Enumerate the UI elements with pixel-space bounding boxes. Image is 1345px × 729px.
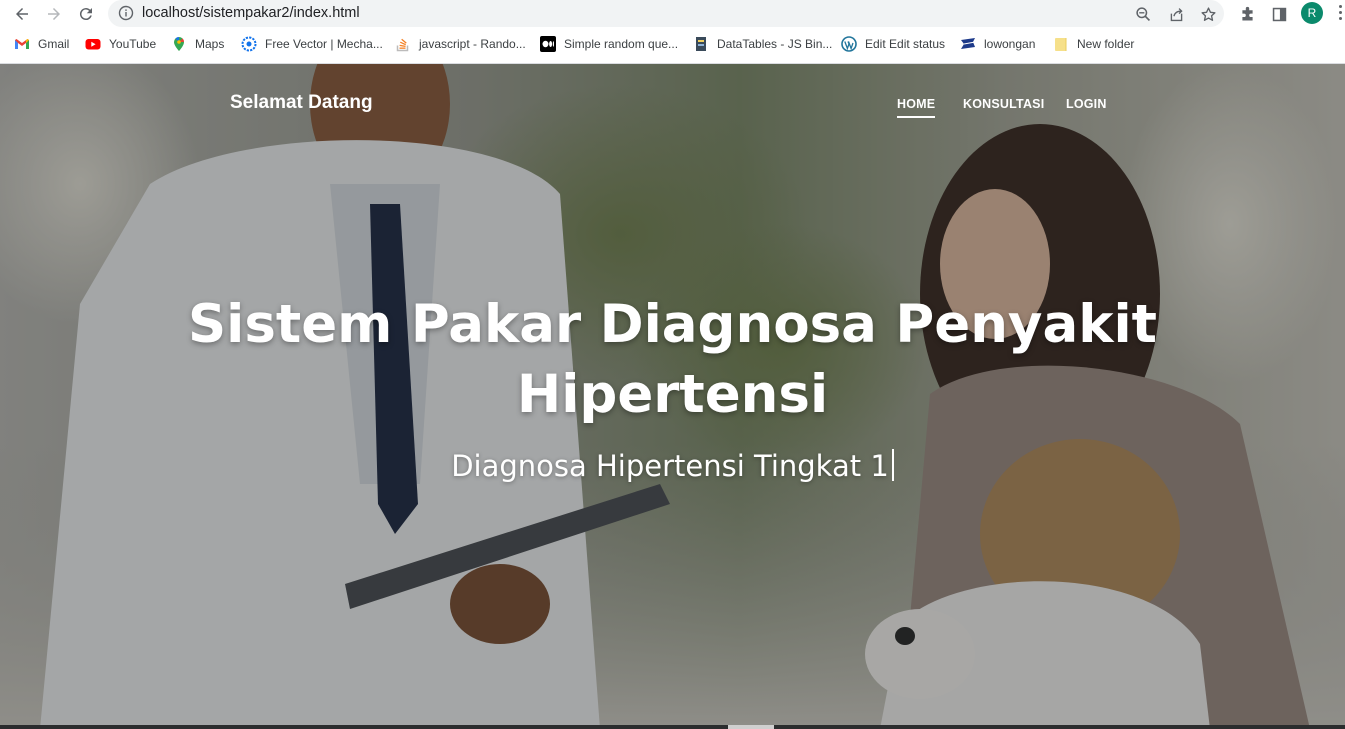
typing-caret xyxy=(891,449,894,481)
kebab-menu-icon xyxy=(1336,5,1345,20)
bookmark-maps[interactable]: Maps xyxy=(171,33,224,55)
nav-home[interactable]: HOME xyxy=(897,97,936,118)
hero-title: Sistem Pakar Diagnosa Penyakit Hipertens… xyxy=(0,290,1345,430)
profile-avatar[interactable]: R xyxy=(1301,2,1323,24)
browser-toolbar: localhost/sistempakar2/index.html R xyxy=(0,0,1345,28)
bookmark-label: DataTables - JS Bin... xyxy=(717,37,833,51)
folder-icon xyxy=(1053,36,1069,52)
bookmark-label: Edit Edit status xyxy=(865,37,946,51)
bookmark-wordpress[interactable]: Edit Edit status xyxy=(841,33,945,55)
info-icon[interactable] xyxy=(118,5,134,21)
url-text[interactable]: localhost/sistempakar2/index.html xyxy=(142,5,360,21)
hero-subtitle: Diagnosa Hipertensi Tingkat 1 xyxy=(451,449,889,483)
brand-link[interactable]: Selamat Datang xyxy=(230,92,373,114)
bookmark-freepik[interactable]: Free Vector | Mecha... xyxy=(241,33,383,55)
flag-icon xyxy=(960,36,976,52)
share-button[interactable] xyxy=(1166,4,1186,24)
bookmark-youtube[interactable]: YouTube xyxy=(85,33,156,55)
hero-subtitle-typed: Diagnosa Hipertensi Tingkat 1 xyxy=(0,449,1345,483)
bookmarks-bar: Gmail YouTube Maps Free Vector | Mecha..… xyxy=(0,33,1345,57)
bookmark-label: lowongan xyxy=(984,37,1036,51)
bookmark-label: Maps xyxy=(195,37,225,51)
bookmark-stackoverflow[interactable]: javascript - Rando... xyxy=(395,33,526,55)
browser-chrome: localhost/sistempakar2/index.html R Gmai… xyxy=(0,0,1345,64)
star-icon xyxy=(1200,6,1216,21)
freepik-icon xyxy=(241,36,257,52)
share-icon xyxy=(1170,7,1183,21)
side-panel-button[interactable] xyxy=(1269,4,1289,24)
nav-login[interactable]: LOGIN xyxy=(1066,97,1107,111)
nav-konsultasi[interactable]: KONSULTASI xyxy=(963,97,1044,111)
bookmark-star-button[interactable] xyxy=(1198,4,1218,24)
reload-button[interactable] xyxy=(74,2,98,26)
bookmark-label: javascript - Rando... xyxy=(419,37,526,51)
hero-section: Selamat Datang HOME KONSULTASI LOGIN Sis… xyxy=(0,64,1345,729)
side-panel-icon xyxy=(1272,7,1286,21)
zoom-out-icon xyxy=(1135,6,1150,21)
bookmark-label: YouTube xyxy=(109,37,157,51)
bookmark-label: Simple random que... xyxy=(564,37,679,51)
medium-icon xyxy=(540,36,556,52)
hero-title-line2: Hipertensi xyxy=(516,364,829,425)
bookmark-label: Gmail xyxy=(38,37,70,51)
gmail-icon xyxy=(14,36,30,52)
extensions-button[interactable] xyxy=(1237,4,1257,24)
forward-button[interactable] xyxy=(42,2,66,26)
maps-icon xyxy=(171,36,187,52)
zoom-button[interactable] xyxy=(1133,4,1153,24)
horizontal-scrollbar-thumb[interactable] xyxy=(728,725,774,729)
youtube-icon xyxy=(85,36,101,52)
horizontal-scrollbar-track xyxy=(0,725,1345,729)
bookmark-label: New folder xyxy=(1077,37,1135,51)
bookmark-gmail[interactable]: Gmail xyxy=(14,33,69,55)
arrow-right-icon xyxy=(48,8,60,20)
bookmark-new-folder[interactable]: New folder xyxy=(1053,33,1134,55)
bookmark-label: Free Vector | Mecha... xyxy=(265,37,383,51)
bookmark-jsbin[interactable]: DataTables - JS Bin... xyxy=(693,33,832,55)
bookmark-lowongan[interactable]: lowongan xyxy=(960,33,1035,55)
reload-icon xyxy=(79,8,92,21)
bookmark-medium[interactable]: Simple random que... xyxy=(540,33,678,55)
address-bar[interactable]: localhost/sistempakar2/index.html xyxy=(108,0,1224,27)
puzzle-icon xyxy=(1241,6,1253,20)
wordpress-icon xyxy=(841,36,857,52)
arrow-left-icon xyxy=(16,8,28,20)
back-button[interactable] xyxy=(10,2,34,26)
jsbin-icon xyxy=(693,36,709,52)
menu-button[interactable] xyxy=(1336,5,1345,23)
stackoverflow-icon xyxy=(395,36,411,52)
hero-title-line1: Sistem Pakar Diagnosa Penyakit xyxy=(188,294,1157,355)
